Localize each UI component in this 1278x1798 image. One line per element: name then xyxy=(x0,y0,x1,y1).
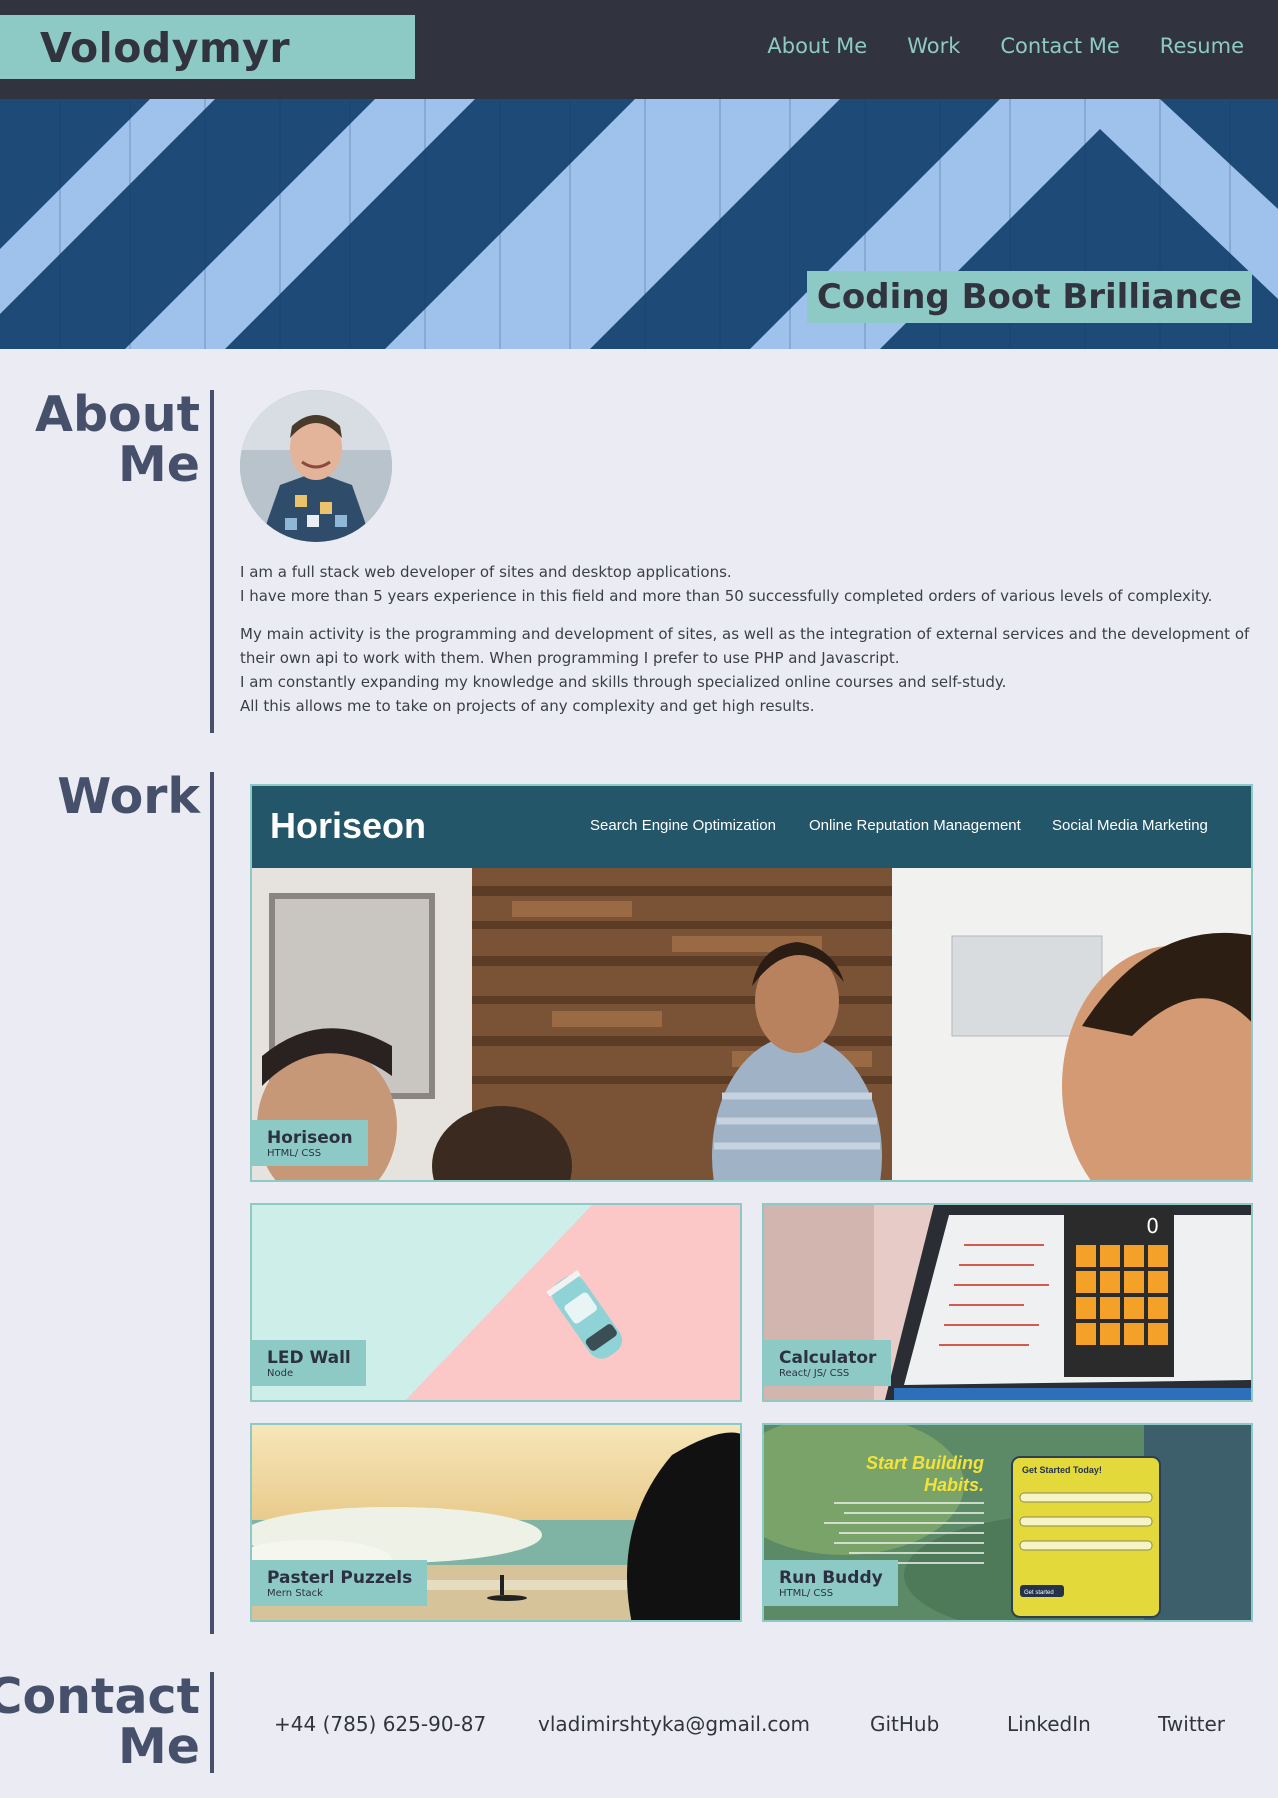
about-p1-line1: I am a full stack web developer of sites… xyxy=(240,563,732,581)
contact-phone[interactable]: +44 (785) 625-90-87 xyxy=(274,1712,486,1736)
project-name: Pasterl Puzzels xyxy=(267,1568,413,1588)
about-p2-line2: I am constantly expanding my knowledge a… xyxy=(240,673,1007,691)
project-name: LED Wall xyxy=(267,1348,351,1368)
horiseon-screenshot: Horiseon Search Engine Optimization Onli… xyxy=(252,786,1251,1180)
project-name: Calculator xyxy=(779,1348,877,1368)
contact-email[interactable]: vladimirshtyka@gmail.com xyxy=(538,1712,810,1736)
contact-linkedin[interactable]: LinkedIn xyxy=(1007,1712,1091,1736)
runbuddy-button: Get started xyxy=(1024,1590,1054,1596)
about-p1-line2: I have more than 5 years experience in t… xyxy=(240,587,1213,605)
project-label: LED Wall Node xyxy=(252,1340,366,1386)
site-header: Volodymyr Shtyka About Me Work Contact M… xyxy=(0,0,1278,120)
profile-photo xyxy=(240,390,392,542)
nav-contact-me[interactable]: Contact Me xyxy=(1000,34,1119,58)
about-divider xyxy=(210,390,214,733)
about-title-line2: Me xyxy=(118,436,200,493)
project-label: Pasterl Puzzels Mern Stack xyxy=(252,1560,428,1606)
contact-github[interactable]: GitHub xyxy=(870,1712,939,1736)
linkedin-link[interactable]: LinkedIn xyxy=(1007,1712,1091,1736)
project-name: Run Buddy xyxy=(779,1568,883,1588)
project-card-calculator[interactable]: 0 Calculator React/ JS/ CSS xyxy=(762,1203,1253,1402)
hero-tagline-text: Coding Boot Brilliance xyxy=(816,277,1242,317)
horiseon-nav-3: Social Media Marketing xyxy=(1052,817,1208,834)
main-nav: About Me Work Contact Me Resume xyxy=(767,34,1244,58)
project-tech: HTML/ CSS xyxy=(267,1148,322,1159)
about-title: About Me xyxy=(35,390,200,490)
contact-divider xyxy=(210,1672,214,1773)
about-p2-line3: All this allows me to take on projects o… xyxy=(240,697,815,715)
project-card-run-buddy[interactable]: Start Building Habits. Get Started Today… xyxy=(762,1423,1253,1622)
site-brand[interactable]: Volodymyr Shtyka xyxy=(0,15,415,120)
nav-about-me[interactable]: About Me xyxy=(767,34,867,58)
contact-twitter[interactable]: Twitter xyxy=(1158,1712,1225,1736)
hero-tagline: Coding Boot Brilliance xyxy=(806,271,1252,323)
project-tech: Mern Stack xyxy=(267,1588,323,1599)
project-card-led-wall[interactable]: LED Wall Node xyxy=(250,1203,742,1402)
runbuddy-headline-2: Habits. xyxy=(924,1475,984,1495)
project-label: Calculator React/ JS/ CSS xyxy=(764,1340,892,1386)
project-tech: HTML/ CSS xyxy=(779,1588,834,1599)
about-title-line1: About xyxy=(35,386,200,443)
runbuddy-headline-1: Start Building xyxy=(866,1453,984,1473)
horiseon-logo: Horiseon xyxy=(270,805,426,846)
nav-resume[interactable]: Resume xyxy=(1160,34,1244,58)
hero-banner: Coding Boot Brilliance xyxy=(0,99,1278,349)
work-title-text: Work xyxy=(57,768,200,825)
phone-link[interactable]: +44 (785) 625-90-87 xyxy=(274,1712,486,1736)
project-card-pasterl-puzzels[interactable]: Pasterl Puzzels Mern Stack xyxy=(250,1423,742,1622)
email-link[interactable]: vladimirshtyka@gmail.com xyxy=(538,1712,810,1736)
contact-title-line2: Me xyxy=(118,1718,200,1775)
project-label: Horiseon HTML/ CSS xyxy=(252,1120,368,1166)
about-p2-line1: My main activity is the programming and … xyxy=(240,625,1250,667)
work-divider xyxy=(210,772,214,1634)
calculator-display: 0 xyxy=(1146,1214,1159,1238)
runbuddy-form-title: Get Started Today! xyxy=(1022,1465,1102,1475)
horiseon-nav-1: Search Engine Optimization xyxy=(590,817,776,834)
project-card-horiseon[interactable]: Horiseon Search Engine Optimization Onli… xyxy=(250,784,1253,1182)
project-tech: React/ JS/ CSS xyxy=(779,1368,850,1379)
nav-work[interactable]: Work xyxy=(907,34,960,58)
contact-title-line1: Contact xyxy=(0,1668,200,1725)
work-title: Work xyxy=(57,772,200,822)
contact-title: Contact Me xyxy=(0,1672,200,1772)
project-tech: Node xyxy=(267,1368,294,1379)
project-name: Horiseon xyxy=(267,1128,353,1148)
project-label: Run Buddy HTML/ CSS xyxy=(764,1560,898,1606)
github-link[interactable]: GitHub xyxy=(870,1712,939,1736)
horiseon-nav-2: Online Reputation Management xyxy=(809,817,1022,834)
about-description: I am a full stack web developer of sites… xyxy=(240,560,1270,732)
twitter-link[interactable]: Twitter xyxy=(1158,1712,1225,1736)
